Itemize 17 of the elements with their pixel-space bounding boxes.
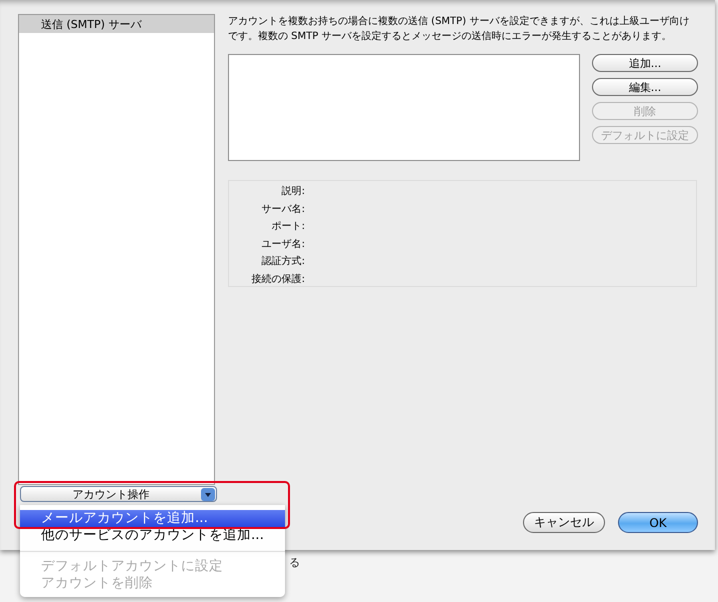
detail-label: 説明: [280,184,305,199]
detail-label: ポート: [270,220,305,234]
sidebar-item[interactable]: 送信 (SMTP) サーバ [19,15,214,33]
dialog-button[interactable]: キャンセル [523,512,605,533]
detail-label: 接続の保護: [250,272,305,286]
account-actions-popup[interactable]: アカウント操作 [20,486,217,502]
menu-item[interactable]: 他のサービスのアカウントを追加... [20,527,285,544]
side-button[interactable]: 追加... [592,54,698,72]
default-button[interactable]: OK [618,512,698,533]
description-text: アカウントを複数お持ちの場合に複数の送信 (SMTP) サーバを設定できますが、これは上級ユーザ向けです。複数の SMTP サーバを設定するとメッセージの送信時にエラーが発生することがあります。 [228,14,690,44]
detail-label: ユーザ名: [260,238,305,252]
side-button[interactable]: 編集... [592,78,698,96]
menu-item[interactable]: メールアカウントを追加... [20,510,285,527]
detail-label: サーバ名: [260,202,305,216]
background-text: る [289,555,300,570]
detail-label: 認証方式: [260,254,305,269]
server-list[interactable] [228,54,580,161]
